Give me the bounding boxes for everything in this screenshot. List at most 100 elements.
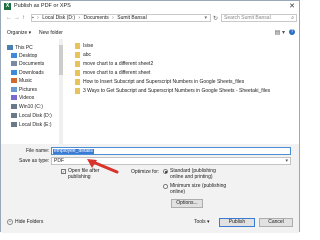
list-item[interactable]: 3 Ways to Get Subscript and Superscript … <box>75 87 270 95</box>
file-name: abc <box>83 52 92 58</box>
folder-icon <box>75 69 80 76</box>
folder-icon <box>75 51 80 58</box>
breadcrumb-separator: › <box>112 15 114 21</box>
cancel-button[interactable]: Cancel <box>259 218 293 227</box>
list-item[interactable]: move chart to a different sheet <box>75 69 150 77</box>
file-name-value: employee_details <box>53 148 94 154</box>
back-arrow-icon[interactable]: ← <box>6 15 12 21</box>
breadcrumb-separator: › <box>78 15 81 21</box>
chevron-down-icon: ▾ <box>285 158 288 164</box>
folder-icon <box>75 42 80 49</box>
view-options-icon[interactable]: ▤ ▾ <box>275 29 285 36</box>
nav-item-label: Desktop <box>19 53 38 59</box>
optimize-standard-radio[interactable] <box>163 169 168 174</box>
nav-item-label: Pictures <box>19 87 38 93</box>
breadcrumb-item-sumit-bansal[interactable]: Sumit Bansal <box>117 15 146 21</box>
nav-item-win10-c[interactable]: Win10 (C:) <box>11 104 43 111</box>
folder-icon: ▪ <box>32 15 34 21</box>
nav-item-local-disk-d[interactable]: Local Disk (D:) <box>11 113 52 120</box>
help-icon[interactable]: ? <box>289 29 295 35</box>
address-bar: ← → ↑ ▪ › Local Disk (D:) › Documents › … <box>1 12 299 25</box>
chevron-up-icon: ^ <box>7 218 13 225</box>
search-icon: ⌕ <box>291 15 294 21</box>
close-icon[interactable]: ✕ <box>289 2 295 10</box>
options-button[interactable]: Options... <box>171 199 203 208</box>
save-type-label: Save as type: <box>19 158 50 164</box>
save-type-value: PDF <box>54 158 64 164</box>
search-input[interactable]: Search Sumit Bansal ⌕ <box>221 14 297 22</box>
list-item[interactable]: Isise <box>75 42 93 50</box>
nav-item-this-pc[interactable]: This PC <box>7 45 33 52</box>
publish-dialog: X Publish as PDF or XPS ✕ ← → ↑ ▪ › Loca… <box>0 0 300 233</box>
breadcrumb-item-documents[interactable]: Documents <box>83 15 108 21</box>
nav-item-label: Win10 (C:) <box>19 104 43 110</box>
file-list: Isise abc move chart to a different shee… <box>65 39 297 144</box>
publish-button[interactable]: Publish <box>219 218 255 227</box>
nav-scrollbar[interactable] <box>59 39 63 144</box>
file-name: How to Insert Subscript and Superscript … <box>83 79 245 85</box>
folder-icon <box>75 78 80 85</box>
nav-item-label: Music <box>19 78 33 84</box>
window-title: Publish as PDF or XPS <box>14 3 71 9</box>
open-after-publishing-checkbox[interactable]: ✓ <box>61 169 66 174</box>
drive-icon <box>11 122 17 128</box>
drive-icon <box>11 104 17 110</box>
file-name: move chart to a different sheet2 <box>83 61 154 67</box>
nav-item-label: Local Disk (E:) <box>19 122 52 128</box>
nav-item-documents[interactable]: Documents <box>11 61 44 68</box>
videos-icon <box>11 95 17 101</box>
computer-icon <box>7 45 13 51</box>
red-annotation-arrow-icon <box>87 159 119 174</box>
nav-item-label: Videos <box>19 95 35 101</box>
drive-icon <box>11 113 17 119</box>
list-item[interactable]: How to Insert Subscript and Superscript … <box>75 78 244 86</box>
pictures-icon <box>11 87 17 93</box>
nav-item-local-disk-e[interactable]: Local Disk (E:) <box>11 122 52 129</box>
hide-folders-label: Hide Folders <box>15 219 44 225</box>
optimize-minimum-label: Minimum size (publishing online) <box>170 183 227 195</box>
desktop-icon <box>11 53 17 59</box>
chevron-down-icon[interactable]: ▾ <box>204 15 207 21</box>
nav-item-music[interactable]: Music <box>11 78 32 85</box>
file-name-field[interactable]: employee_details <box>51 147 291 155</box>
optimize-for-label: Optimize for: <box>131 169 160 175</box>
file-name: move chart to a different sheet <box>83 70 151 76</box>
new-folder-button[interactable]: New folder <box>39 30 63 36</box>
folder-icon <box>75 60 80 67</box>
command-bar: Organize ▾ New folder ▤ ▾ ? <box>1 26 299 39</box>
up-arrow-icon[interactable]: ↑ <box>22 15 25 21</box>
refresh-icon[interactable]: ↻ <box>213 15 218 22</box>
breadcrumb-item-local-disk[interactable]: Local Disk (D:) <box>42 15 75 21</box>
save-options-panel: File name: employee_details Save as type… <box>1 144 299 233</box>
tools-button[interactable]: Tools ▾ <box>194 218 210 226</box>
download-icon <box>11 70 17 76</box>
nav-item-label: Documents <box>19 61 45 67</box>
navigation-pane: This PC Desktop Documents Downloads Musi… <box>1 39 59 144</box>
folder-icon <box>75 87 80 94</box>
breadcrumb[interactable]: ▪ › Local Disk (D:) › Documents › Sumit … <box>31 14 211 22</box>
nav-item-label: Downloads <box>19 70 44 76</box>
nav-item-desktop[interactable]: Desktop <box>11 53 37 60</box>
file-name: Isise <box>83 43 94 49</box>
title-bar: X Publish as PDF or XPS ✕ <box>1 1 299 12</box>
breadcrumb-separator: › <box>37 15 39 21</box>
music-icon <box>11 78 17 84</box>
file-name-label: File name: <box>26 148 50 154</box>
hide-folders-toggle[interactable]: ^ Hide Folders <box>7 218 43 226</box>
forward-arrow-icon[interactable]: → <box>14 15 20 21</box>
nav-item-downloads[interactable]: Downloads <box>11 70 44 77</box>
organize-button[interactable]: Organize ▾ <box>7 30 31 36</box>
scrollbar-thumb[interactable] <box>59 45 63 75</box>
nav-item-videos[interactable]: Videos <box>11 95 34 102</box>
nav-item-label: Local Disk (D:) <box>19 113 52 119</box>
nav-item-pictures[interactable]: Pictures <box>11 87 37 94</box>
list-item[interactable]: abc <box>75 51 91 59</box>
excel-app-icon: X <box>4 3 11 10</box>
search-placeholder: Search Sumit Bansal <box>224 15 271 21</box>
nav-item-label: This PC <box>15 45 33 51</box>
optimize-minimum-radio[interactable] <box>163 184 168 189</box>
documents-icon <box>11 61 17 67</box>
file-name: 3 Ways to Get Subscript and Superscript … <box>83 88 271 94</box>
list-item[interactable]: move chart to a different sheet2 <box>75 60 153 68</box>
optimize-standard-label: Standard (publishing online and printing… <box>170 168 216 180</box>
